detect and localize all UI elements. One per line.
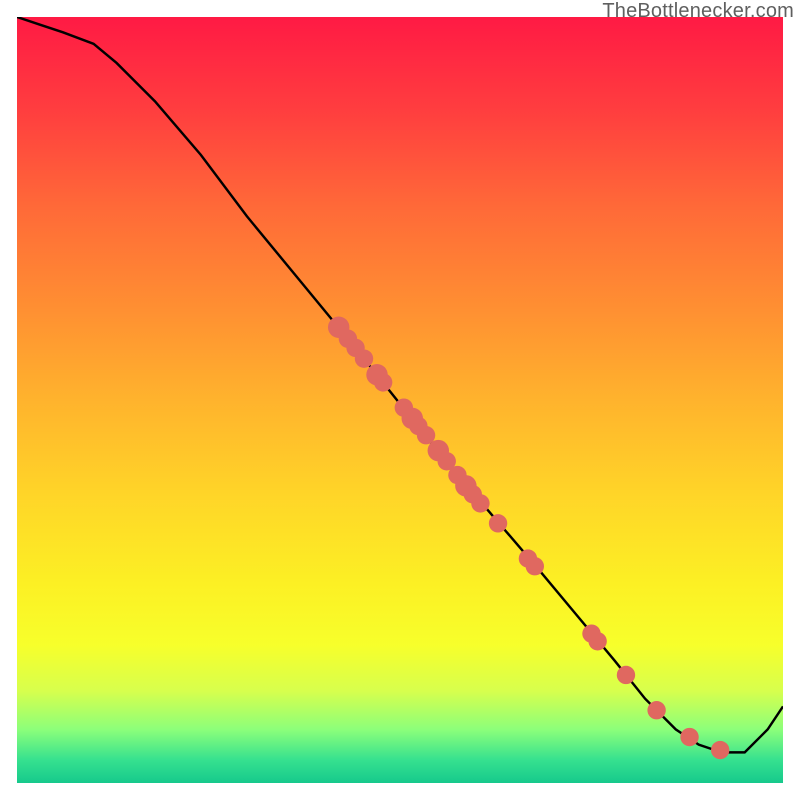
scatter-point	[647, 701, 665, 719]
plot-area	[17, 17, 783, 783]
scatter-series	[328, 317, 729, 760]
curve-series	[17, 17, 783, 752]
bottleneck-curve	[17, 17, 783, 752]
chart-svg	[17, 17, 783, 783]
attribution-text: TheBottlenecker.com	[602, 0, 794, 23]
chart-stage: TheBottlenecker.com	[0, 0, 800, 800]
scatter-point	[526, 557, 544, 575]
scatter-point	[617, 666, 635, 684]
scatter-point	[471, 494, 489, 512]
scatter-point	[374, 373, 392, 391]
scatter-point	[588, 632, 606, 650]
scatter-point	[489, 514, 507, 532]
scatter-point	[680, 728, 698, 746]
scatter-point	[711, 741, 729, 759]
scatter-point	[355, 349, 373, 367]
